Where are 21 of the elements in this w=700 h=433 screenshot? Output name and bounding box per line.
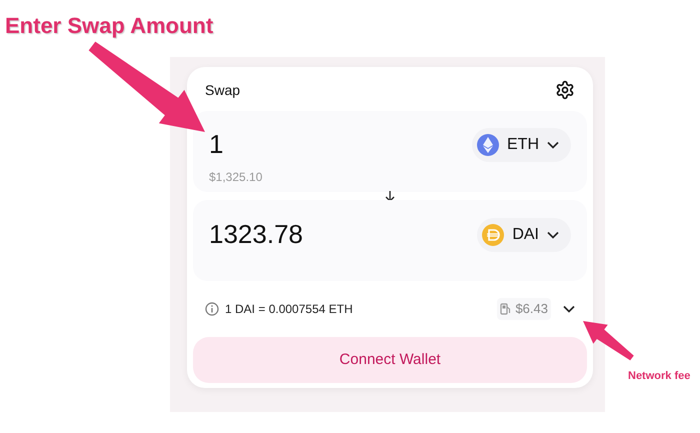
annotation-label: Network fee (628, 369, 690, 384)
annotation-arrow (583, 321, 634, 360)
coin-icon (482, 224, 504, 246)
ether-coin-icon (477, 134, 499, 156)
usd-value: $1,325.10 (209, 169, 264, 186)
chevron-down-icon (547, 230, 559, 238)
exchange-rate: 1 DAI = 0.0007554 ETH (225, 301, 353, 318)
chevron-down-icon (547, 140, 559, 148)
token-selector[interactable]: DAI (477, 218, 571, 252)
arrow-down-icon[interactable] (385, 190, 395, 202)
info-icon[interactable] (205, 302, 219, 316)
annotation-title: Enter Swap Amount (5, 12, 214, 40)
amount-field[interactable]: 1 (209, 125, 224, 164)
amount-field[interactable]: 1323.78 (209, 215, 303, 254)
chevron-down-icon (563, 305, 575, 313)
fuel-pump-icon (500, 303, 512, 315)
connect-wallet-button[interactable]: Connect Wallet (193, 337, 587, 383)
settings-icon[interactable] (555, 80, 575, 100)
fee-amount: $6.43 (515, 300, 548, 318)
token-selector[interactable]: ETH (472, 128, 571, 162)
swap-title: Swap (205, 80, 240, 100)
